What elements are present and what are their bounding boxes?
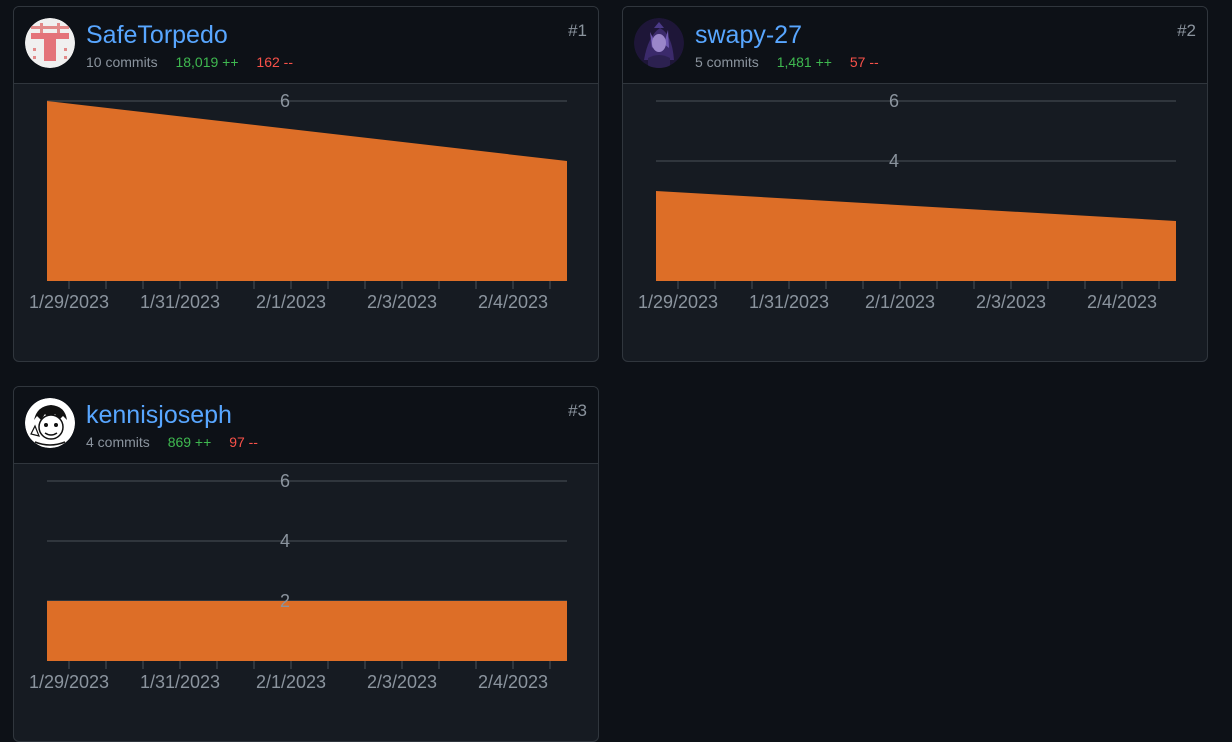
x-tick-label: 2/3/2023 (367, 672, 437, 692)
deletions-count: 57 -- (849, 54, 879, 70)
contributor-card-1: SafeTorpedo 10 commits 18,019 ++ 162 -- … (13, 6, 599, 362)
x-tick-label: 2/1/2023 (865, 292, 935, 312)
commit-activity-chart: 6 4 2 1/29/2023 1/31/2023 2/1/2023 2/3/2023 2/4… (29, 471, 567, 692)
additions-count: 869 ++ (167, 434, 212, 450)
rank-label: #2 (1177, 21, 1196, 40)
dark-character-avatar[interactable] (634, 18, 684, 68)
x-tick-label: 1/29/2023 (29, 292, 109, 312)
commit-area (656, 191, 1176, 281)
x-tick-label: 2/1/2023 (256, 292, 326, 312)
y-tick-label: 6 (280, 91, 290, 111)
contribution-stats: 4 commits 869 ++ 97 -- (86, 433, 258, 451)
x-tick-label: 2/3/2023 (976, 292, 1046, 312)
contributor-header: SafeTorpedo 10 commits 18,019 ++ 162 -- … (14, 7, 598, 84)
x-tick-label: 2/3/2023 (367, 292, 437, 312)
additions-count: 1,481 ++ (776, 54, 832, 70)
contributor-header: swapy-27 5 commits 1,481 ++ 57 -- #2 (623, 7, 1207, 84)
commit-area (47, 601, 567, 661)
y-tick-label: 6 (280, 471, 290, 491)
x-tick-label: 1/29/2023 (638, 292, 718, 312)
additions-count: 18,019 ++ (175, 54, 239, 70)
y-tick-label: 6 (889, 91, 899, 111)
username-link[interactable]: kennisjoseph (86, 401, 232, 429)
username-link[interactable]: SafeTorpedo (86, 21, 228, 49)
deletions-count: 97 -- (229, 434, 258, 450)
commit-count-link[interactable]: 10 commits (86, 54, 158, 70)
contributor-header: kennisjoseph 4 commits 869 ++ 97 -- #3 (14, 387, 598, 464)
commit-activity-chart: 6 1/29/2023 1/31/2023 2/1/2023 2/3/2023 2/4/2… (29, 91, 567, 312)
y-tick-label: 2 (280, 591, 290, 611)
x-tick-label: 1/31/2023 (140, 672, 220, 692)
contribution-stats: 10 commits 18,019 ++ 162 -- (86, 53, 293, 71)
x-tick-label: 2/4/2023 (1087, 292, 1157, 312)
x-tick-label: 2/1/2023 (256, 672, 326, 692)
contributor-card-2: swapy-27 5 commits 1,481 ++ 57 -- #2 6 4 1… (622, 6, 1208, 362)
commit-activity-chart: 6 4 1/29/2023 1/31/2023 2/1/2023 2/3/2023 2/4/… (638, 91, 1176, 312)
contribution-stats: 5 commits 1,481 ++ 57 -- (695, 53, 879, 71)
x-tick-label: 2/4/2023 (478, 672, 548, 692)
deletions-count: 162 -- (256, 54, 293, 70)
commit-area (47, 101, 567, 281)
x-tick-label: 1/31/2023 (140, 292, 220, 312)
x-tick-label: 1/29/2023 (29, 672, 109, 692)
rank-label: #1 (568, 21, 587, 40)
letter-t-avatar[interactable] (25, 18, 75, 68)
y-tick-label: 4 (280, 531, 290, 551)
commit-count-link[interactable]: 4 commits (86, 434, 150, 450)
y-tick-label: 4 (889, 151, 899, 171)
contributor-card-3: kennisjoseph 4 commits 869 ++ 97 -- #3 6… (13, 386, 599, 742)
manga-character-avatar[interactable] (25, 398, 75, 448)
commit-count-link[interactable]: 5 commits (695, 54, 759, 70)
x-tick-label: 1/31/2023 (749, 292, 829, 312)
x-tick-label: 2/4/2023 (478, 292, 548, 312)
username-link[interactable]: swapy-27 (695, 21, 802, 49)
rank-label: #3 (568, 401, 587, 420)
